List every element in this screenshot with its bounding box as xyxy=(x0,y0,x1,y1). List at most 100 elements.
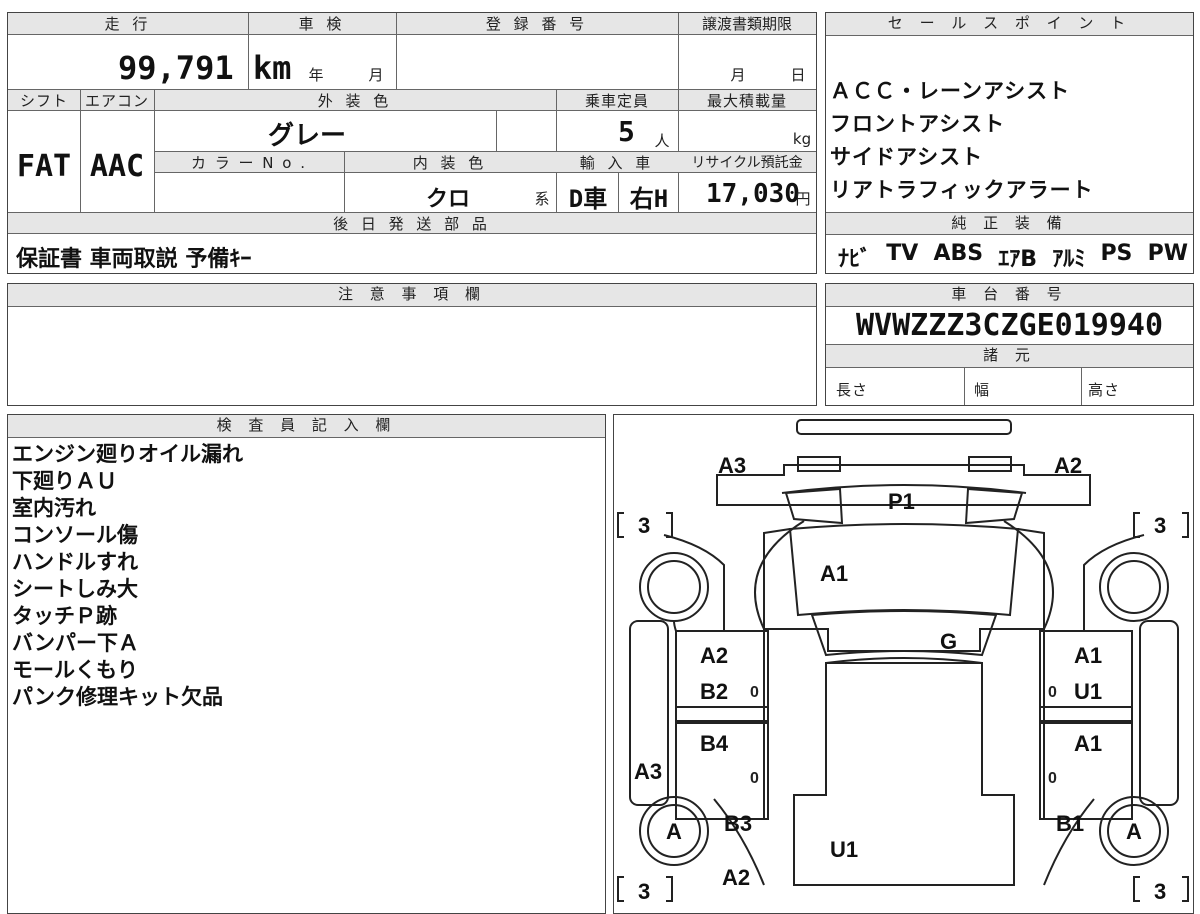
shaken-label: 車 検 xyxy=(298,15,346,33)
left-front-door-damage-1: A2 xyxy=(700,643,728,668)
height-label: 高さ xyxy=(1088,381,1121,399)
inspector-note: ハンドルすれ xyxy=(12,550,138,574)
front-center-damage: P1 xyxy=(888,489,915,514)
length-label: 長さ xyxy=(836,381,869,399)
sales-point-item: リアトラフィックアラート xyxy=(830,178,1094,202)
right-rear-fender-damage: B1 xyxy=(1056,811,1084,836)
hood-damage: A1 xyxy=(820,561,848,586)
interior-color-value: クロ xyxy=(426,187,471,212)
equipment-item: ﾅﾋﾞ xyxy=(838,247,872,272)
later-parts-label: 後 日 発 送 部 品 xyxy=(333,215,491,233)
chassis-number: WVWZZZ3CZGE019940 xyxy=(855,308,1164,343)
shaken-year: 年 xyxy=(308,66,328,84)
chassis-label: 車 台 番 号 xyxy=(826,284,1193,307)
front-left-damage: A3 xyxy=(718,453,746,478)
aircon-label: エアコン xyxy=(84,92,149,110)
inspector-note: バンパー下Ａ xyxy=(12,631,140,655)
vehicle-info-table: 走 行 車 検 登 録 番 号 譲渡書類期限 99,791 km 年 月 月 日… xyxy=(7,12,817,274)
mileage-unit: km xyxy=(252,49,292,87)
tire-right-damage: A xyxy=(1126,819,1142,844)
capacity-label: 乗車定員 xyxy=(584,92,649,110)
recycle-fee-label: リサイクル預託金 xyxy=(691,155,803,171)
shift-value: FAT xyxy=(16,149,72,184)
recycle-fee-unit: 円 xyxy=(795,190,811,208)
inspector-note: 下廻りＡＵ xyxy=(12,469,117,493)
inspector-note: シートしみ大 xyxy=(12,577,138,601)
car-diagram-box: A3 A2 P1 A1 G A2 B2 B4 A3 A1 U1 A1 B3 B1… xyxy=(613,414,1194,914)
aircon-value: AAC xyxy=(89,149,145,184)
mileage-value: 99,791 xyxy=(118,49,234,87)
equipment-item: PW xyxy=(1147,241,1188,266)
interior-color-suffix: 系 xyxy=(534,190,554,208)
equipment-item: ｱﾙﾐ xyxy=(1052,247,1086,272)
left-front-door-damage-2: B2 xyxy=(700,679,728,704)
width-label: 幅 xyxy=(974,381,994,399)
shift-label: シフト xyxy=(19,92,68,110)
bracket-front-right: 3 xyxy=(1154,513,1166,538)
bracket-front-left: 3 xyxy=(638,513,650,538)
shaken-month: 月 xyxy=(368,66,388,84)
right-front-door-damage-2: U1 xyxy=(1074,679,1102,704)
mileage-label: 走 行 xyxy=(104,15,152,33)
inspector-label: 検 査 員 記 入 欄 xyxy=(8,415,605,438)
inspector-box: 検 査 員 記 入 欄 エンジン廻りオイル漏れ 下廻りＡＵ 室内汚れコンソール傷 ハン… xyxy=(7,414,606,914)
import-h-value: 右H xyxy=(629,185,669,213)
chassis-box: 車 台 番 号 WVWZZZ3CZGE019940 諸 元 長さ 幅 高さ xyxy=(825,283,1194,406)
equipment-item: ABS xyxy=(933,241,984,266)
equipment-label: 純 正 装 備 xyxy=(826,213,1193,235)
inspector-note: パンク修理キット欠品 xyxy=(12,685,224,709)
capacity-value: 5 xyxy=(618,115,635,148)
recycle-fee-value: 17,030 xyxy=(706,179,800,209)
caution-label: 注 意 事 項 欄 xyxy=(8,284,816,307)
bracket-rear-right: 3 xyxy=(1154,879,1166,904)
left-rear-door-damage: B4 xyxy=(700,731,729,756)
zero-mark: 0 xyxy=(1048,684,1057,701)
sales-point-box: セ ー ル ス ポ イ ン ト ＡＣＣ・レーンアシスト フロントアシスト サイドアシ… xyxy=(825,12,1194,274)
inspector-note: タッチＰ跡 xyxy=(12,604,117,628)
inspector-note: コンソール傷 xyxy=(12,523,138,547)
transfer-deadline-label: 譲渡書類期限 xyxy=(701,15,792,33)
equipment-item: PS xyxy=(1100,241,1133,266)
windshield-damage: G xyxy=(940,629,957,654)
import-d-value: D車 xyxy=(568,185,608,213)
import-label: 輸 入 車 xyxy=(579,154,655,172)
left-rear-fender-damage: B3 xyxy=(724,811,752,836)
max-load-unit: kg xyxy=(792,130,812,148)
inspector-notes: エンジン廻りオイル漏れ 下廻りＡＵ 室内汚れコンソール傷 ハンドルすれ シートしみ大 タッ… xyxy=(12,441,243,711)
inspector-note: エンジン廻りオイル漏れ xyxy=(12,442,243,466)
right-front-door-damage-1: A1 xyxy=(1074,643,1102,668)
inspector-note: モールくもり xyxy=(12,658,138,682)
roof-damage: U1 xyxy=(830,837,858,862)
bracket-rear-left: 3 xyxy=(638,879,650,904)
zero-mark: 0 xyxy=(750,684,759,701)
capacity-unit: 人 xyxy=(654,132,674,150)
equipment-item: ｴｱB xyxy=(998,247,1038,272)
transfer-day: 日 xyxy=(790,66,810,84)
tire-left-damage: A xyxy=(666,819,682,844)
car-diagram: A3 A2 P1 A1 G A2 B2 B4 A3 A1 U1 A1 B3 B1… xyxy=(617,419,1189,904)
color-no-label: カ ラ ー N o . xyxy=(190,154,307,172)
inspector-note: 室内汚れ xyxy=(12,496,96,520)
registration-label: 登 録 番 号 xyxy=(485,15,589,33)
left-rocker-damage: A3 xyxy=(634,759,662,784)
spec-label: 諸 元 xyxy=(826,345,1193,368)
caution-box: 注 意 事 項 欄 xyxy=(7,283,817,406)
exterior-color-label: 外 装 色 xyxy=(317,92,393,110)
zero-mark: 0 xyxy=(750,770,759,787)
transfer-month: 月 xyxy=(730,66,750,84)
equipment-list: ﾅﾋﾞ TV ABS ｴｱB ｱﾙﾐ PS PW xyxy=(838,241,1188,273)
zero-mark: 0 xyxy=(1048,770,1057,787)
sales-point-list: ＡＣＣ・レーンアシスト フロントアシスト サイドアシストリアトラフィックアラート xyxy=(830,75,1094,207)
exterior-color-value: グレー xyxy=(268,121,347,151)
equipment-item: TV xyxy=(886,241,919,266)
sales-point-item: ＡＣＣ・レーンアシスト xyxy=(830,79,1071,103)
front-right-damage: A2 xyxy=(1054,453,1082,478)
sales-point-item: フロントアシスト xyxy=(830,112,1006,136)
interior-color-label: 内 装 色 xyxy=(412,154,488,172)
right-rear-door-damage: A1 xyxy=(1074,731,1102,756)
rear-damage: A2 xyxy=(722,865,750,890)
sales-point-label: セ ー ル ス ポ イ ン ト xyxy=(826,13,1193,36)
max-load-label: 最大積載量 xyxy=(706,92,787,110)
later-parts-value: 保証書 車両取説 予備ｷｰ xyxy=(16,247,252,272)
sales-point-item: サイドアシスト xyxy=(830,145,984,169)
